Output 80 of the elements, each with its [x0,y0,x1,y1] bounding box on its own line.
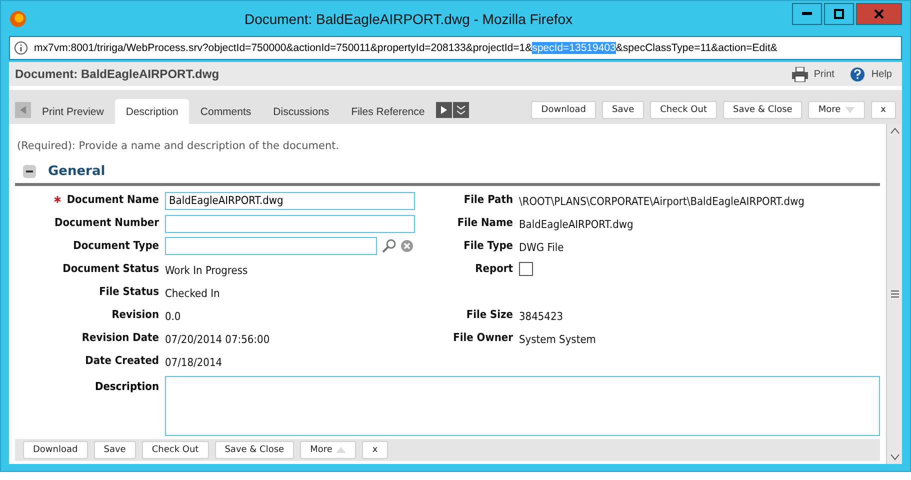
tab[interactable]: Comments [189,99,262,124]
scroll-right-button[interactable] [436,102,452,118]
instruction-text: (Required): Provide a name and description of the document. [17,140,340,152]
minimize-button[interactable] [792,2,822,24]
field-label: Revision [112,308,159,321]
left-triangle-icon [20,106,26,114]
grip-icon[interactable] [890,290,898,298]
print-link[interactable]: Print [788,66,838,82]
window-title: Document: BaldEagleAIRPORT.dwg - Mozilla Firefox [243,10,574,26]
page-title: Document: BaldEagleAIRPORT.dwg [15,67,220,81]
checkbox[interactable] [519,262,533,276]
minimize-icon [802,12,812,15]
field-value: 0.0 [165,310,181,323]
field-label: Document Number [54,216,159,229]
field-value: DWG File [519,241,564,254]
field-label: Document Name [66,193,159,206]
caret-icon [844,107,855,113]
field-label: File Type [464,239,513,252]
description-field[interactable] [165,376,880,436]
caret-icon [336,447,346,453]
field-label: File Status [99,285,159,298]
maximize-icon [834,8,844,18]
toolbar-button[interactable]: Check Out [650,101,717,119]
field-label: Revision Date [82,331,159,344]
field-value: 07/18/2014 [165,356,222,369]
field-label: File Path [464,193,513,206]
toolbar-button[interactable]: x [362,441,388,459]
text-field[interactable]: BaldEagleAIRPORT.dwg [165,192,415,210]
section-title: General [48,164,106,179]
field-value: 07/20/2014 07:56:00 [165,333,270,346]
field-label: Date Created [85,354,159,367]
browser-logo-icon [9,10,27,28]
field-label: Description [94,379,159,395]
toolbar-button[interactable]: Download [531,101,596,119]
info-icon [14,41,28,55]
chevron-up-icon[interactable] [890,128,900,134]
double-chevron-icon [456,105,465,115]
lookup-field[interactable] [165,236,377,254]
field-value: System System [519,333,596,346]
field-label: Document Type [73,239,159,252]
minus-icon [26,168,33,175]
text-field[interactable] [165,214,415,233]
toolbar-button[interactable]: Save [602,101,644,119]
printer-icon [792,66,808,82]
field-label: File Name [457,216,513,229]
search-icon[interactable] [381,238,397,252]
tab[interactable]: Discussions [262,99,340,124]
toolbar-button[interactable]: Check Out [142,441,209,459]
field-label: Document Status [62,262,159,275]
tab[interactable]: Description [114,99,190,124]
field-value: BaldEagleAIRPORT.dwg [519,218,634,231]
field-value: Checked In [165,287,220,300]
help-icon [850,66,866,82]
collapse-button[interactable] [23,165,36,178]
more-menu-button[interactable]: More [808,101,865,119]
right-triangle-icon [440,106,447,114]
tab[interactable]: Files Reference [340,99,436,124]
field-value: \ROOT\PLANS\CORPORATE\Airport\BaldEagleAIRPORT.dwg [519,195,804,208]
field-label: Report [475,262,513,275]
toolbar-button[interactable]: Download [23,441,88,459]
toolbar-button[interactable]: Save & Close [723,101,802,119]
chevron-down-icon[interactable] [890,454,900,460]
clear-icon[interactable] [401,240,413,252]
help-link[interactable]: Help [846,66,896,82]
scrollbar[interactable] [886,124,902,464]
address-bar[interactable]: mx7vm:8001/tririga/WebProcess.srv?objectId=750000&actionId=750011&propertyId=208133&projectId=1&specId=13519403&specClassType=11&action=Edit& [9,36,902,60]
more-menu-button[interactable]: More [300,441,356,459]
field-label: File Owner [453,331,513,344]
tab[interactable]: Print Preview [31,99,115,124]
close-button[interactable] [856,2,902,24]
toolbar-button[interactable]: Save & Close [214,441,294,459]
required-asterisk-icon [54,196,61,203]
field-value: 3845423 [519,310,564,323]
maximize-button[interactable] [824,2,854,24]
field-value: Work In Progress [165,264,248,277]
field-label: File Size [466,308,513,321]
toolbar-button[interactable]: Save [94,441,136,459]
toolbar-button[interactable]: x [870,101,896,119]
close-icon [874,8,884,18]
tab-list-button[interactable] [452,102,469,118]
